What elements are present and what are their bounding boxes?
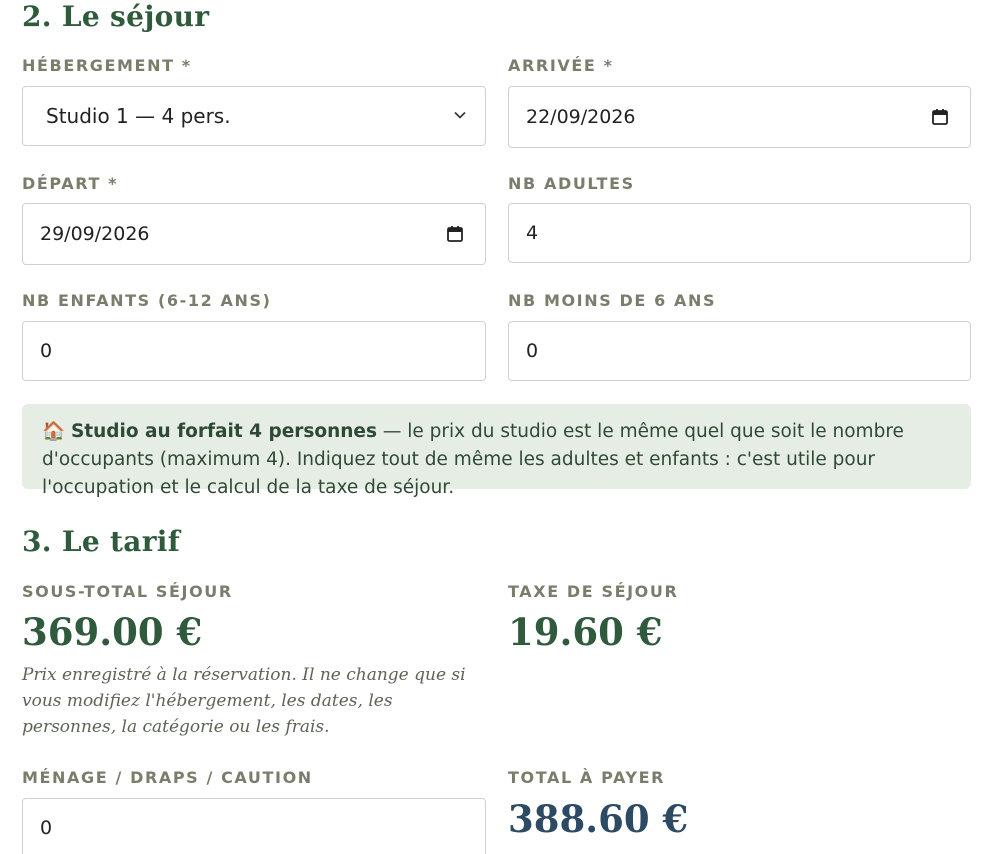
section-title-tarif: 3. Le tarif xyxy=(22,525,181,558)
hebergement-value: Studio 1 — 4 pers. xyxy=(46,104,231,128)
depart-value: 29/09/2026 xyxy=(40,223,150,245)
menage-label: MÉNAGE / DRAPS / CAUTION xyxy=(22,768,313,787)
taxe-label: TAXE DE SÉJOUR xyxy=(508,582,679,601)
sous-total-label: SOUS-TOTAL SÉJOUR xyxy=(22,582,233,601)
notice-bold-text: Studio au forfait 4 personnes xyxy=(70,421,377,442)
arrivee-date-input[interactable]: 22/09/2026 xyxy=(508,86,971,148)
sous-total-value: 369.00 € xyxy=(22,610,203,654)
arrivee-value: 22/09/2026 xyxy=(526,106,636,128)
depart-label: DÉPART * xyxy=(22,174,119,193)
forfait-notice: 🏠 Studio au forfait 4 personnes — le pri… xyxy=(22,404,971,498)
nb-moins6-input[interactable]: 0 xyxy=(508,321,971,381)
calendar-icon[interactable] xyxy=(445,224,465,244)
nb-moins6-label: NB MOINS DE 6 ANS xyxy=(508,291,717,310)
house-icon: 🏠 xyxy=(42,421,66,442)
section-title-sejour: 2. Le séjour xyxy=(22,0,210,33)
hebergement-select[interactable]: Studio 1 — 4 pers. xyxy=(22,86,486,146)
chevron-down-icon xyxy=(454,111,466,119)
menage-input[interactable]: 0 xyxy=(22,798,486,854)
nb-enfants-label: NB ENFANTS (6-12 ANS) xyxy=(22,291,272,310)
nb-adultes-label: NB ADULTES xyxy=(508,174,635,193)
arrivee-label: ARRIVÉE * xyxy=(508,56,614,75)
price-note: Prix enregistré à la réservation. Il ne … xyxy=(22,665,466,737)
taxe-value: 19.60 € xyxy=(508,610,663,654)
total-value: 388.60 € xyxy=(508,797,689,841)
total-label: TOTAL À PAYER xyxy=(508,768,666,787)
nb-enfants-input[interactable]: 0 xyxy=(22,321,486,381)
nb-enfants-value: 0 xyxy=(40,340,53,362)
calendar-icon[interactable] xyxy=(930,107,950,127)
depart-date-input[interactable]: 29/09/2026 xyxy=(22,203,486,265)
menage-value: 0 xyxy=(40,817,53,839)
nb-adultes-input[interactable]: 4 xyxy=(508,203,971,263)
nb-adultes-value: 4 xyxy=(526,222,539,244)
hebergement-label: HÉBERGEMENT * xyxy=(22,56,192,75)
nb-moins6-value: 0 xyxy=(526,340,539,362)
